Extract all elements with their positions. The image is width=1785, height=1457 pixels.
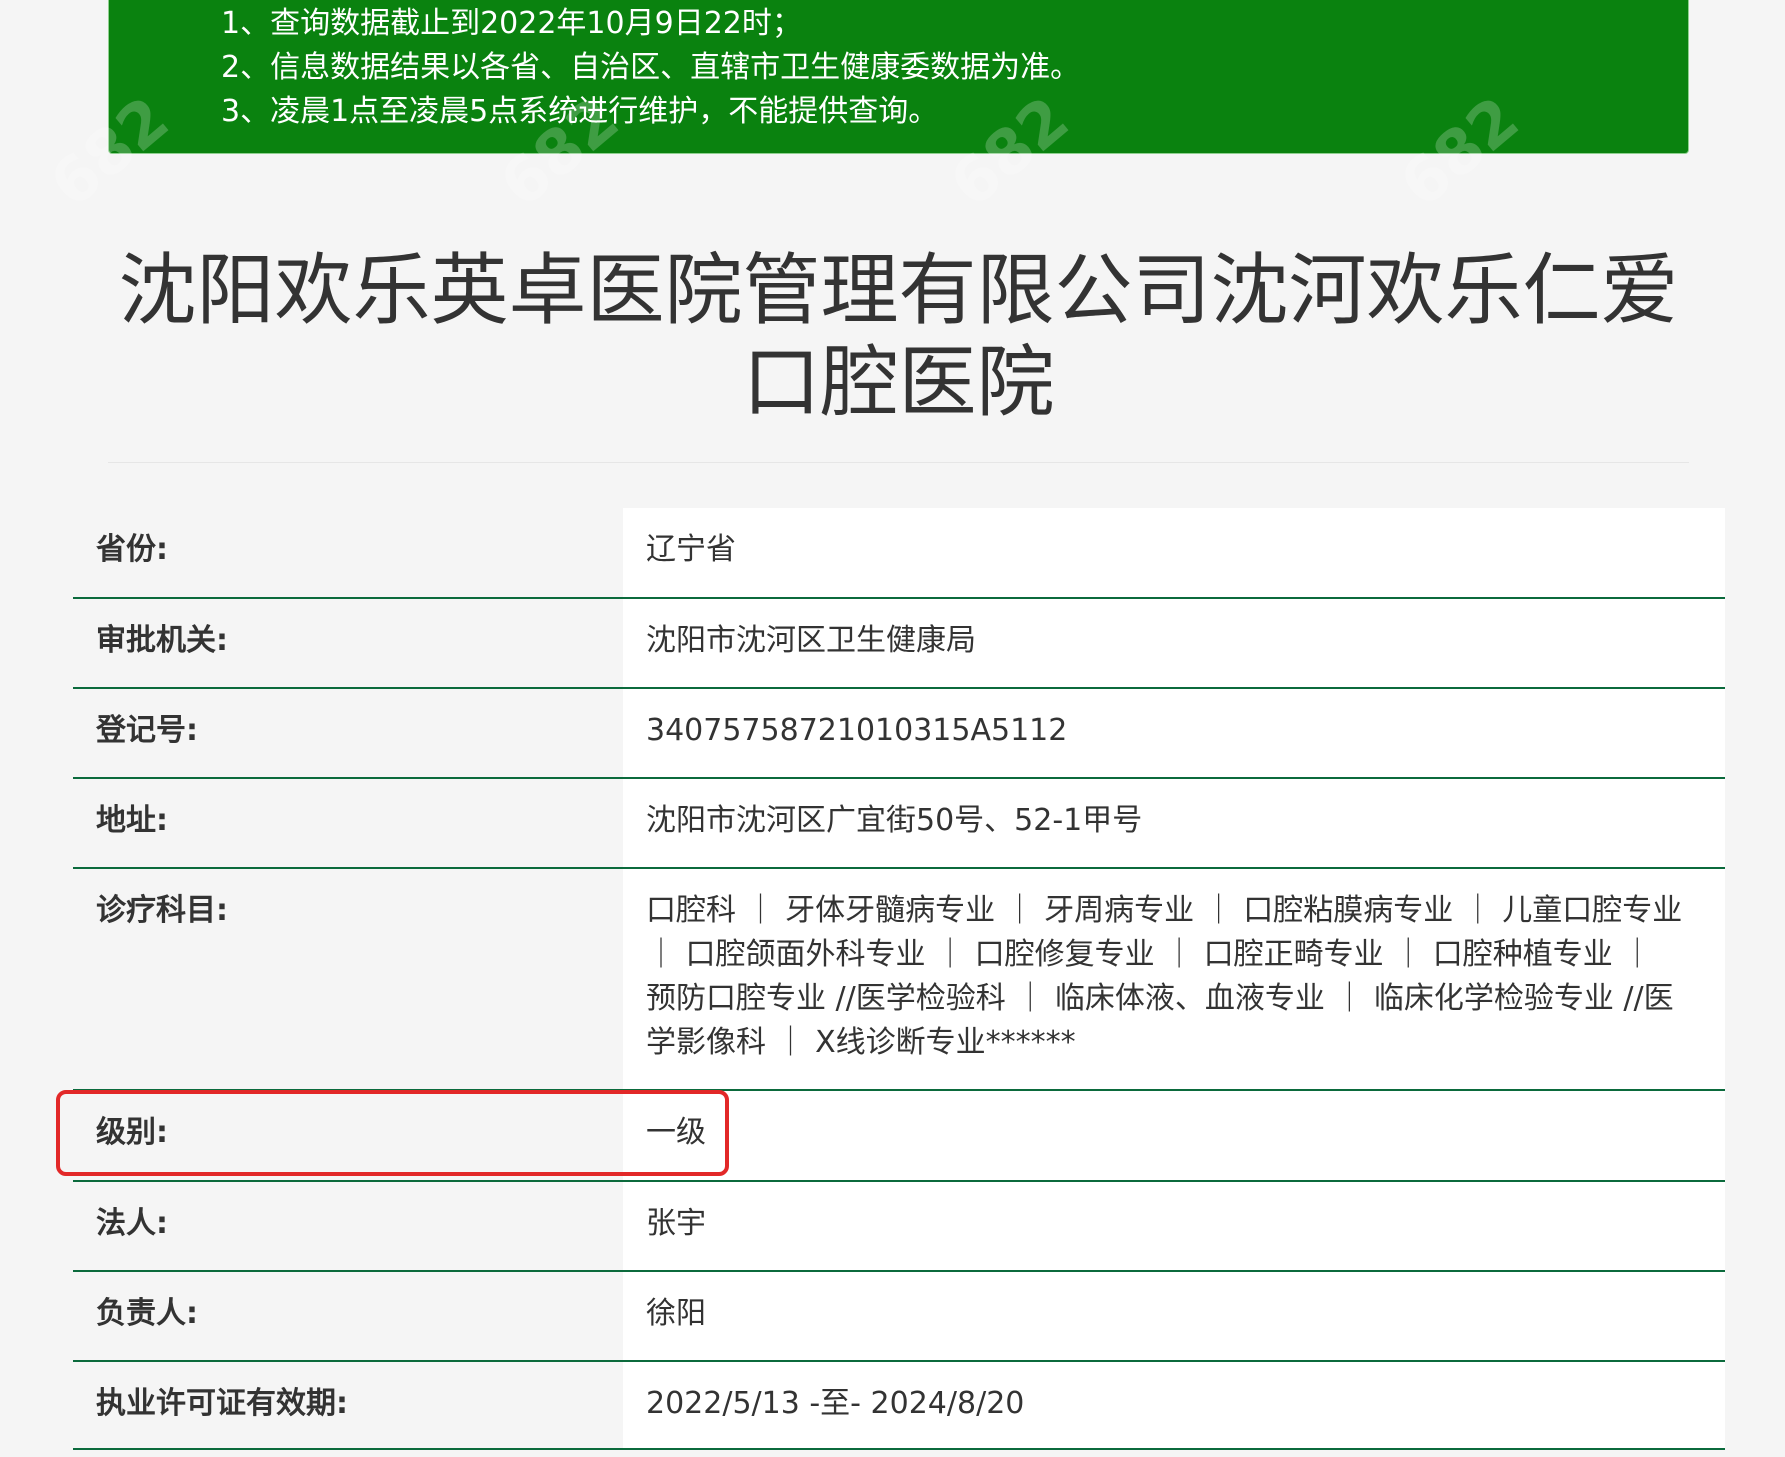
table-row-legal-person: 法人: 张宇 bbox=[73, 1181, 1725, 1272]
notice-line-1: 1、查询数据截止到2022年10月9日22时； bbox=[221, 6, 802, 41]
row-value: 口腔科 ｜ 牙体牙髓病专业 ｜ 牙周病专业 ｜ 口腔粘膜病专业 ｜ 儿童口腔专业… bbox=[623, 868, 1725, 1091]
table-row-registration-number: 登记号: 34075758721010315A5112 bbox=[73, 688, 1725, 779]
row-label: 诊疗科目: bbox=[73, 868, 623, 1091]
notice-line-3: 3、凌晨1点至凌晨5点系统进行维护，不能提供查询。 bbox=[221, 94, 939, 129]
page-title: 沈阳欢乐英卓医院管理有限公司沈河欢乐仁爱口腔医院 bbox=[118, 246, 1679, 428]
row-value: 辽宁省 bbox=[623, 508, 1725, 599]
table-row-person-in-charge: 负责人: 徐阳 bbox=[73, 1271, 1725, 1362]
row-label: 级别: bbox=[73, 1090, 623, 1182]
table-row-address: 地址: 沈阳市沈河区广宜街50号、52-1甲号 bbox=[73, 778, 1725, 869]
row-value: 徐阳 bbox=[623, 1271, 1725, 1362]
table-row-province: 省份: 辽宁省 bbox=[73, 508, 1725, 599]
table-row-approval-authority: 审批机关: 沈阳市沈河区卫生健康局 bbox=[73, 598, 1725, 689]
table-row-departments: 诊疗科目: 口腔科 ｜ 牙体牙髓病专业 ｜ 牙周病专业 ｜ 口腔粘膜病专业 ｜ … bbox=[73, 868, 1725, 1091]
title-divider bbox=[108, 462, 1689, 463]
notice-banner: 1、查询数据截止到2022年10月9日22时； 2、信息数据结果以各省、自治区、… bbox=[108, 0, 1689, 154]
row-value: 一级 bbox=[623, 1090, 1725, 1182]
row-label: 负责人: bbox=[73, 1271, 623, 1362]
row-value: 34075758721010315A5112 bbox=[623, 688, 1725, 779]
table-row-level: 级别: 一级 bbox=[73, 1090, 1725, 1182]
row-label: 省份: bbox=[73, 508, 623, 599]
notice-line-2: 2、信息数据结果以各省、自治区、直辖市卫生健康委数据为准。 bbox=[221, 50, 1081, 85]
hospital-info-table: 省份: 辽宁省 审批机关: 沈阳市沈河区卫生健康局 登记号: 340757587… bbox=[73, 508, 1725, 1450]
row-label: 执业许可证有效期: bbox=[73, 1361, 623, 1450]
row-value: 沈阳市沈河区卫生健康局 bbox=[623, 598, 1725, 689]
table-row-license-validity: 执业许可证有效期: 2022/5/13 -至- 2024/8/20 bbox=[73, 1361, 1725, 1450]
row-label: 审批机关: bbox=[73, 598, 623, 689]
row-value: 沈阳市沈河区广宜街50号、52-1甲号 bbox=[623, 778, 1725, 869]
row-value: 2022/5/13 -至- 2024/8/20 bbox=[623, 1361, 1725, 1450]
row-value: 张宇 bbox=[623, 1181, 1725, 1272]
row-label: 法人: bbox=[73, 1181, 623, 1272]
row-label: 地址: bbox=[73, 778, 623, 869]
row-label: 登记号: bbox=[73, 688, 623, 779]
